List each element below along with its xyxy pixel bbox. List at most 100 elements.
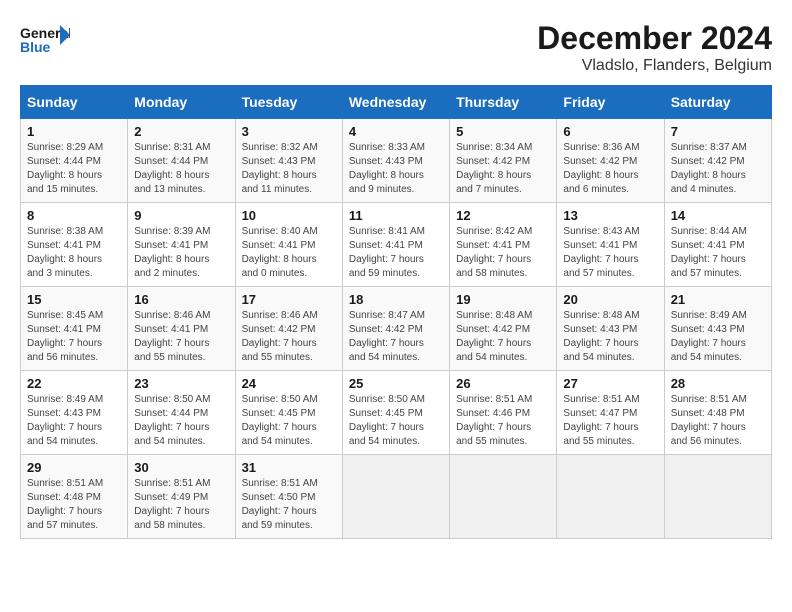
calendar-cell: 13 Sunrise: 8:43 AMSunset: 4:41 PMDayligh… bbox=[557, 203, 664, 287]
day-number: 11 bbox=[349, 208, 443, 223]
title-block: December 2024 Vladslo, Flanders, Belgium bbox=[537, 20, 772, 75]
calendar-body: 1Sunrise: 8:29 AMSunset: 4:44 PMDaylight… bbox=[21, 119, 772, 539]
day-detail: Sunrise: 8:51 AMSunset: 4:49 PMDaylight:… bbox=[134, 477, 228, 533]
svg-text:Blue: Blue bbox=[20, 39, 51, 55]
page-header: General Blue December 2024 Vladslo, Flan… bbox=[20, 20, 772, 75]
day-number: 20 bbox=[563, 292, 657, 307]
day-number: 3 bbox=[242, 124, 336, 139]
day-number: 27 bbox=[563, 376, 657, 391]
calendar-cell: 30 Sunrise: 8:51 AMSunset: 4:49 PMDayligh… bbox=[128, 455, 235, 539]
calendar-cell bbox=[450, 455, 557, 539]
day-detail: Sunrise: 8:45 AMSunset: 4:41 PMDaylight:… bbox=[27, 309, 121, 365]
day-number: 13 bbox=[563, 208, 657, 223]
day-number: 12 bbox=[456, 208, 550, 223]
day-detail: Sunrise: 8:48 AMSunset: 4:42 PMDaylight:… bbox=[456, 309, 550, 365]
day-detail: Sunrise: 8:41 AMSunset: 4:41 PMDaylight:… bbox=[349, 225, 443, 281]
logo: General Blue bbox=[20, 20, 75, 60]
day-number: 5 bbox=[456, 124, 550, 139]
calendar-table: SundayMondayTuesdayWednesdayThursdayFrid… bbox=[20, 85, 772, 539]
day-number: 14 bbox=[671, 208, 765, 223]
calendar-cell: 9 Sunrise: 8:39 AMSunset: 4:41 PMDaylight… bbox=[128, 203, 235, 287]
day-number: 21 bbox=[671, 292, 765, 307]
day-number: 30 bbox=[134, 460, 228, 475]
day-number: 2 bbox=[134, 124, 228, 139]
calendar-cell: 3Sunrise: 8:32 AMSunset: 4:43 PMDaylight… bbox=[235, 119, 342, 203]
calendar-cell: 25Sunrise: 8:50 AMSunset: 4:45 PMDayligh… bbox=[342, 371, 449, 455]
day-number: 16 bbox=[134, 292, 228, 307]
day-detail: Sunrise: 8:46 AMSunset: 4:42 PMDaylight:… bbox=[242, 309, 336, 365]
day-number: 15 bbox=[27, 292, 121, 307]
day-headers-row: SundayMondayTuesdayWednesdayThursdayFrid… bbox=[21, 86, 772, 119]
day-header-sunday: Sunday bbox=[21, 86, 128, 119]
calendar-cell: 17 Sunrise: 8:46 AMSunset: 4:42 PMDayligh… bbox=[235, 287, 342, 371]
day-number: 19 bbox=[456, 292, 550, 307]
day-detail: Sunrise: 8:43 AMSunset: 4:41 PMDaylight:… bbox=[563, 225, 657, 281]
calendar-cell: 31 Sunrise: 8:51 AMSunset: 4:50 PMDayligh… bbox=[235, 455, 342, 539]
calendar-cell: 21 Sunrise: 8:49 AMSunset: 4:43 PMDayligh… bbox=[664, 287, 771, 371]
day-detail: Sunrise: 8:33 AMSunset: 4:43 PMDaylight:… bbox=[349, 141, 443, 197]
day-number: 25 bbox=[349, 376, 443, 391]
calendar-cell bbox=[557, 455, 664, 539]
day-number: 24 bbox=[242, 376, 336, 391]
day-number: 31 bbox=[242, 460, 336, 475]
page-title: December 2024 bbox=[537, 20, 772, 57]
calendar-cell: 11 Sunrise: 8:41 AMSunset: 4:41 PMDayligh… bbox=[342, 203, 449, 287]
calendar-cell: 26 Sunrise: 8:51 AMSunset: 4:46 PMDayligh… bbox=[450, 371, 557, 455]
calendar-cell: 8 Sunrise: 8:38 AMSunset: 4:41 PMDaylight… bbox=[21, 203, 128, 287]
calendar-cell: 4 Sunrise: 8:33 AMSunset: 4:43 PMDaylight… bbox=[342, 119, 449, 203]
calendar-week-row: 8 Sunrise: 8:38 AMSunset: 4:41 PMDaylight… bbox=[21, 203, 772, 287]
day-detail: Sunrise: 8:36 AMSunset: 4:42 PMDaylight:… bbox=[563, 141, 657, 197]
day-detail: Sunrise: 8:49 AMSunset: 4:43 PMDaylight:… bbox=[671, 309, 765, 365]
day-number: 8 bbox=[27, 208, 121, 223]
calendar-cell: 18 Sunrise: 8:47 AMSunset: 4:42 PMDayligh… bbox=[342, 287, 449, 371]
day-number: 4 bbox=[349, 124, 443, 139]
calendar-header: SundayMondayTuesdayWednesdayThursdayFrid… bbox=[21, 86, 772, 119]
day-detail: Sunrise: 8:37 AMSunset: 4:42 PMDaylight:… bbox=[671, 141, 765, 197]
day-header-monday: Monday bbox=[128, 86, 235, 119]
calendar-cell: 12Sunrise: 8:42 AMSunset: 4:41 PMDayligh… bbox=[450, 203, 557, 287]
day-detail: Sunrise: 8:48 AMSunset: 4:43 PMDaylight:… bbox=[563, 309, 657, 365]
calendar-cell: 16 Sunrise: 8:46 AMSunset: 4:41 PMDayligh… bbox=[128, 287, 235, 371]
calendar-cell: 24 Sunrise: 8:50 AMSunset: 4:45 PMDayligh… bbox=[235, 371, 342, 455]
day-detail: Sunrise: 8:38 AMSunset: 4:41 PMDaylight:… bbox=[27, 225, 121, 281]
day-detail: Sunrise: 8:44 AMSunset: 4:41 PMDaylight:… bbox=[671, 225, 765, 281]
logo-icon: General Blue bbox=[20, 20, 70, 60]
day-detail: Sunrise: 8:39 AMSunset: 4:41 PMDaylight:… bbox=[134, 225, 228, 281]
page-subtitle: Vladslo, Flanders, Belgium bbox=[537, 57, 772, 75]
calendar-cell bbox=[664, 455, 771, 539]
day-number: 28 bbox=[671, 376, 765, 391]
day-detail: Sunrise: 8:51 AMSunset: 4:48 PMDaylight:… bbox=[671, 393, 765, 449]
calendar-cell: 15 Sunrise: 8:45 AMSunset: 4:41 PMDayligh… bbox=[21, 287, 128, 371]
day-detail: Sunrise: 8:47 AMSunset: 4:42 PMDaylight:… bbox=[349, 309, 443, 365]
calendar-cell: 5Sunrise: 8:34 AMSunset: 4:42 PMDaylight… bbox=[450, 119, 557, 203]
day-number: 9 bbox=[134, 208, 228, 223]
calendar-cell: 1Sunrise: 8:29 AMSunset: 4:44 PMDaylight… bbox=[21, 119, 128, 203]
day-number: 6 bbox=[563, 124, 657, 139]
day-header-thursday: Thursday bbox=[450, 86, 557, 119]
calendar-week-row: 22Sunrise: 8:49 AMSunset: 4:43 PMDayligh… bbox=[21, 371, 772, 455]
calendar-cell bbox=[342, 455, 449, 539]
day-number: 26 bbox=[456, 376, 550, 391]
day-number: 29 bbox=[27, 460, 121, 475]
day-number: 23 bbox=[134, 376, 228, 391]
day-detail: Sunrise: 8:50 AMSunset: 4:44 PMDaylight:… bbox=[134, 393, 228, 449]
calendar-cell: 20 Sunrise: 8:48 AMSunset: 4:43 PMDayligh… bbox=[557, 287, 664, 371]
calendar-cell: 27 Sunrise: 8:51 AMSunset: 4:47 PMDayligh… bbox=[557, 371, 664, 455]
day-header-friday: Friday bbox=[557, 86, 664, 119]
calendar-cell: 29 Sunrise: 8:51 AMSunset: 4:48 PMDayligh… bbox=[21, 455, 128, 539]
day-detail: Sunrise: 8:40 AMSunset: 4:41 PMDaylight:… bbox=[242, 225, 336, 281]
calendar-cell: 6 Sunrise: 8:36 AMSunset: 4:42 PMDaylight… bbox=[557, 119, 664, 203]
day-detail: Sunrise: 8:50 AMSunset: 4:45 PMDaylight:… bbox=[242, 393, 336, 449]
day-detail: Sunrise: 8:51 AMSunset: 4:48 PMDaylight:… bbox=[27, 477, 121, 533]
day-detail: Sunrise: 8:46 AMSunset: 4:41 PMDaylight:… bbox=[134, 309, 228, 365]
day-detail: Sunrise: 8:31 AMSunset: 4:44 PMDaylight:… bbox=[134, 141, 228, 197]
day-number: 18 bbox=[349, 292, 443, 307]
day-header-saturday: Saturday bbox=[664, 86, 771, 119]
calendar-cell: 22Sunrise: 8:49 AMSunset: 4:43 PMDayligh… bbox=[21, 371, 128, 455]
day-header-tuesday: Tuesday bbox=[235, 86, 342, 119]
day-detail: Sunrise: 8:51 AMSunset: 4:50 PMDaylight:… bbox=[242, 477, 336, 533]
day-detail: Sunrise: 8:51 AMSunset: 4:46 PMDaylight:… bbox=[456, 393, 550, 449]
calendar-cell: 2 Sunrise: 8:31 AMSunset: 4:44 PMDaylight… bbox=[128, 119, 235, 203]
day-detail: Sunrise: 8:51 AMSunset: 4:47 PMDaylight:… bbox=[563, 393, 657, 449]
day-number: 17 bbox=[242, 292, 336, 307]
